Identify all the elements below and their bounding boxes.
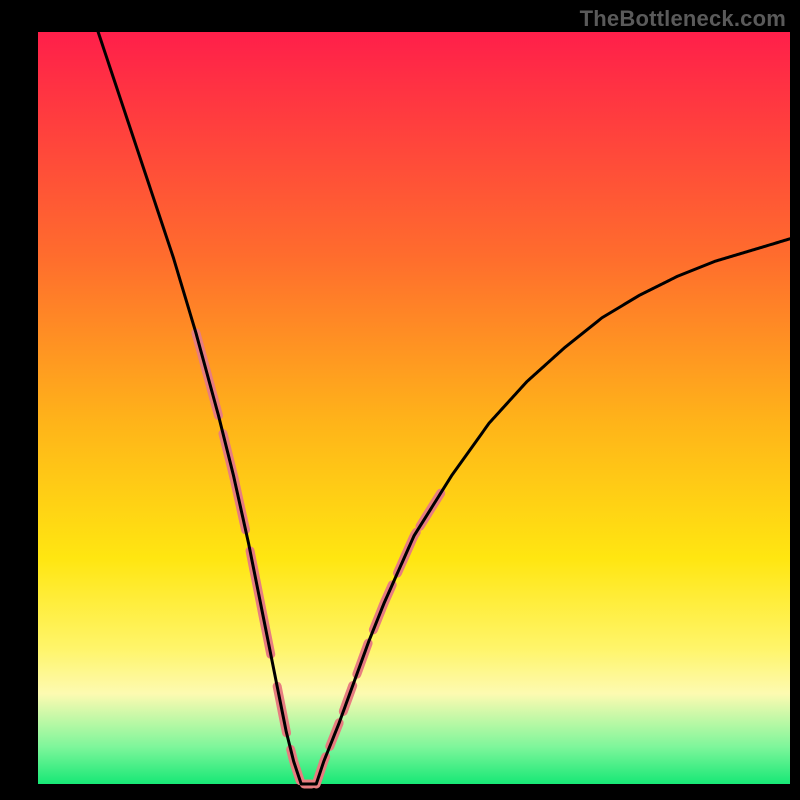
chart-root: TheBottleneck.com <box>0 0 800 800</box>
plot-area <box>38 32 790 784</box>
watermark-text: TheBottleneck.com <box>580 6 786 32</box>
bottleneck-curve <box>98 32 790 784</box>
curve-layer <box>38 32 790 784</box>
